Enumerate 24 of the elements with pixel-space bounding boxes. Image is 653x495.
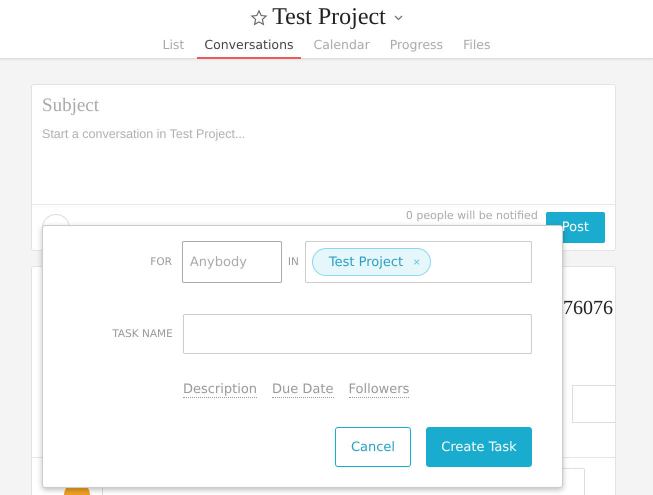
caret-icon[interactable] bbox=[394, 14, 403, 20]
nav-tab[interactable]: Calendar bbox=[306, 34, 377, 59]
nav-tab[interactable]: Conversations bbox=[197, 34, 300, 59]
star-icon[interactable] bbox=[250, 8, 268, 26]
tag-label: Test Project bbox=[328, 254, 404, 270]
task-name-label: TASK NAME bbox=[111, 328, 174, 340]
nav-tab[interactable]: List bbox=[155, 34, 192, 59]
remove-button[interactable]: × bbox=[413, 255, 420, 269]
project-title: Test Project bbox=[272, 4, 386, 31]
assignee-field[interactable]: Anybody bbox=[182, 241, 282, 283]
notify-text: 0 people will be notified bbox=[406, 209, 538, 222]
create-button[interactable]: Create Task bbox=[426, 427, 532, 467]
project-field[interactable]: Test Project × bbox=[304, 241, 532, 283]
for-label: FOR bbox=[149, 256, 173, 268]
option-link[interactable]: Description bbox=[183, 382, 258, 398]
option-link[interactable]: Due Date bbox=[272, 382, 334, 398]
in-label: IN bbox=[288, 256, 299, 268]
nav-tab[interactable]: Files bbox=[456, 34, 498, 59]
nav-tab[interactable]: Progress bbox=[382, 34, 450, 59]
task-name-field[interactable] bbox=[182, 314, 532, 354]
subject-field[interactable]: Subject bbox=[42, 95, 605, 117]
option-link[interactable]: Followers bbox=[348, 382, 410, 398]
cancel-button[interactable]: Cancel bbox=[335, 427, 411, 467]
conversation-title: 76076 bbox=[563, 297, 613, 320]
